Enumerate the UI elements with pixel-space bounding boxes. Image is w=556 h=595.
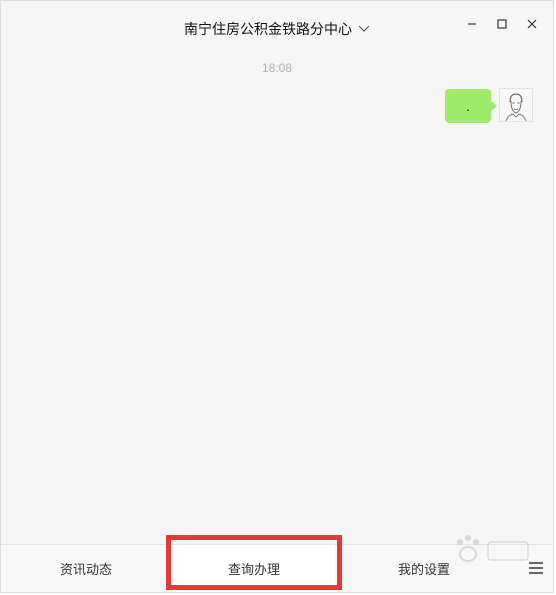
close-button[interactable] [521,15,543,37]
close-icon [526,17,538,35]
menu-item-label: 资讯动态 [59,562,112,577]
title-bar: 南宁住房公积金铁路分中心 [1,1,553,49]
window-title: 南宁住房公积金铁路分中心 [184,21,352,37]
minimize-icon [466,17,478,35]
menu-item-settings[interactable]: 我的设置 [341,545,507,592]
maximize-icon [496,17,508,35]
chevron-down-icon[interactable] [358,20,370,36]
avatar[interactable] [499,88,533,122]
chat-window: 南宁住房公积金铁路分中心 18:08 . 资讯动态 查询办理 我的设置 [0,0,554,593]
minimize-button[interactable] [461,15,483,37]
maximize-button[interactable] [491,15,513,37]
menu-item-query[interactable]: 查询办理 [173,545,335,592]
menu-item-label: 查询办理 [227,562,280,577]
message-timestamp: 18:08 [261,61,293,75]
menu-item-label: 我的设置 [397,562,450,577]
message-row: . [413,88,533,124]
message-bubble[interactable]: . [445,89,497,123]
menu-item-news[interactable]: 资讯动态 [1,545,171,592]
service-menu-bar: 资讯动态 查询办理 我的设置 [1,544,553,592]
hamburger-icon[interactable] [529,562,543,574]
